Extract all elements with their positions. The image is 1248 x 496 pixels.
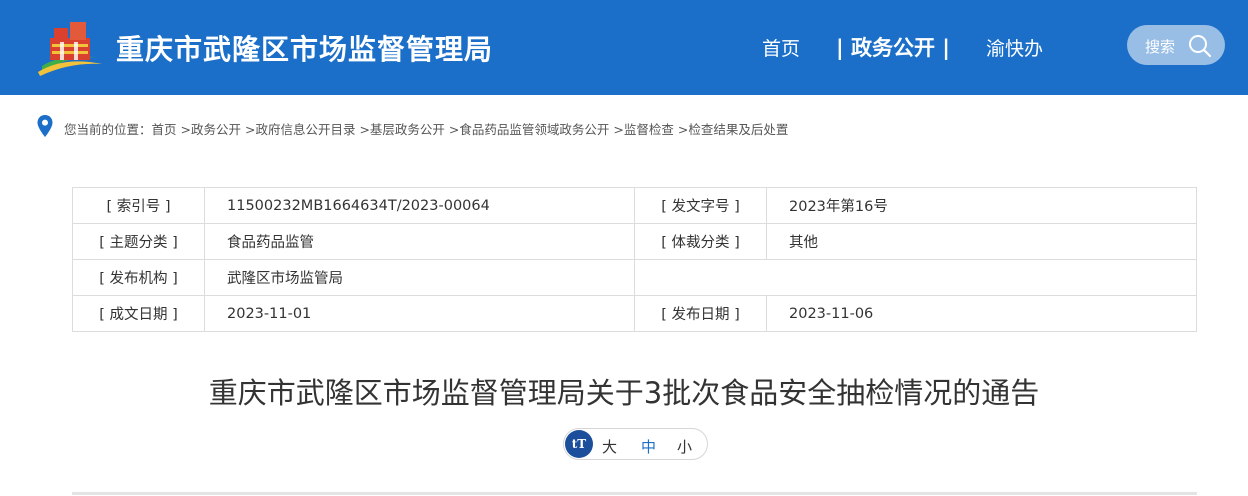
breadcrumb-item-info-catalog[interactable]: >政府信息公开目录 [245, 122, 355, 137]
font-size-small-button[interactable]: 小 [677, 436, 692, 457]
font-size-medium-button[interactable]: 中 [641, 436, 656, 457]
breadcrumb-prefix: 您当前的位置： [64, 122, 152, 137]
document-title: 重庆市武隆区市场监督管理局关于3批次食品安全抽检情况的通告 [208, 376, 1040, 410]
location-pin-icon [37, 115, 53, 137]
topic-category-label: [ 主题分类 ] [72, 223, 205, 260]
site-title[interactable]: 重庆市武隆区市场监督管理局 [116, 28, 493, 68]
search-label: 搜索 [1145, 38, 1176, 56]
document-info-table: [ 索引号 ] 11500232MB1664634T/2023-00064 [ … [72, 187, 1197, 332]
breadcrumb-item-home[interactable]: 首页 [152, 122, 177, 137]
genre-category-value: 其他 [766, 223, 1197, 260]
document-number-label: [ 发文字号 ] [634, 187, 767, 224]
breadcrumb-item-government-affairs[interactable]: >政务公开 [181, 122, 241, 137]
publish-date-label: [ 发布日期 ] [634, 295, 767, 332]
written-date-value: 2023-11-01 [204, 295, 635, 332]
breadcrumb-item-grassroots[interactable]: >基层政务公开 [359, 122, 444, 137]
index-number-label: [ 索引号 ] [72, 187, 205, 224]
font-size-large-button[interactable]: 大 [602, 436, 617, 457]
breadcrumb-item-food-drug[interactable]: >食品药品监管领域政务公开 [449, 122, 609, 137]
font-size-icon: tT [565, 430, 593, 458]
breadcrumb-item-supervision[interactable]: >监督检查 [613, 122, 673, 137]
site-logo-icon[interactable] [34, 14, 104, 78]
index-number-value: 11500232MB1664634T/2023-00064 [204, 187, 635, 224]
search-icon [1189, 35, 1212, 58]
table-row: [ 发布机构 ] 武隆区市场监管局 [72, 259, 1197, 296]
search-button[interactable]: 搜索 [1127, 25, 1225, 65]
table-row: [ 索引号 ] 11500232MB1664634T/2023-00064 [ … [72, 187, 1197, 224]
nav-government-affairs-link[interactable]: | 政务公开 | [836, 32, 950, 62]
table-row: [ 主题分类 ] 食品药品监管 [ 体裁分类 ] 其他 [72, 223, 1197, 260]
content-divider [72, 492, 1197, 495]
font-size-switcher: tT 大 中 小 [563, 428, 708, 460]
topic-category-value: 食品药品监管 [204, 223, 635, 260]
site-header: 重庆市武隆区市场监督管理局 首页 | 政务公开 | 渝快办 搜索 [0, 0, 1248, 95]
empty-cell [634, 259, 1197, 296]
table-row: [ 成文日期 ] 2023-11-01 [ 发布日期 ] 2023-11-06 [72, 295, 1197, 332]
nav-yukuaiban-link[interactable]: 渝快办 [986, 34, 1043, 61]
breadcrumb-item-results[interactable]: >检查结果及后处置 [678, 122, 788, 137]
publisher-label: [ 发布机构 ] [72, 259, 205, 296]
publisher-value: 武隆区市场监管局 [204, 259, 635, 296]
written-date-label: [ 成文日期 ] [72, 295, 205, 332]
genre-category-label: [ 体裁分类 ] [634, 223, 767, 260]
document-number-value: 2023年第16号 [766, 187, 1197, 224]
publish-date-value: 2023-11-06 [766, 295, 1197, 332]
breadcrumb-trail: 您当前的位置：首页 >政务公开 >政府信息公开目录 >基层政务公开 >食品药品监… [64, 119, 788, 138]
nav-home-link[interactable]: 首页 [762, 34, 800, 61]
